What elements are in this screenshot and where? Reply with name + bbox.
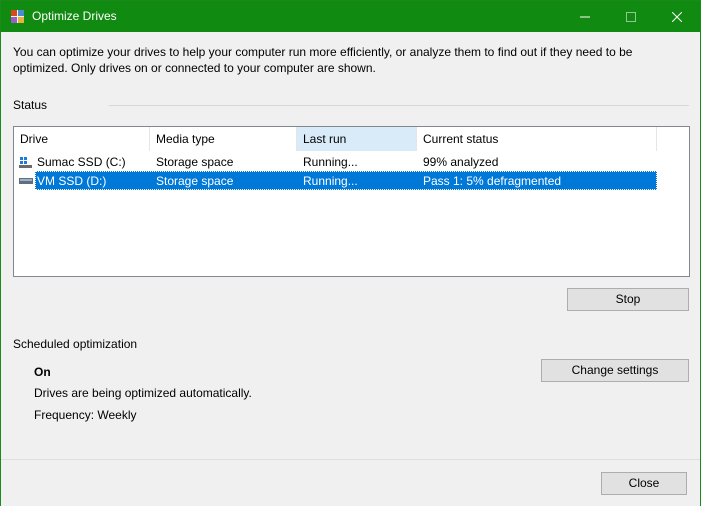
schedule-state: On	[34, 365, 51, 379]
column-header-media-type[interactable]: Media type	[150, 127, 297, 151]
window-title: Optimize Drives	[32, 9, 117, 23]
drive-last-run: Running...	[303, 174, 358, 188]
drive-icon	[19, 178, 33, 184]
intro-text: You can optimize your drives to help you…	[13, 45, 633, 75]
dialog-footer: Close	[1, 459, 700, 506]
dialog-body: You can optimize your drives to help you…	[1, 32, 700, 459]
drive-current-status: 99% analyzed	[423, 155, 499, 169]
drive-media-type: Storage space	[156, 155, 234, 169]
close-window-button[interactable]	[654, 1, 700, 32]
close-icon	[672, 11, 682, 22]
minimize-icon	[580, 16, 590, 17]
minimize-button[interactable]	[562, 1, 608, 32]
status-divider	[109, 105, 689, 106]
column-header-last-run[interactable]: Last run	[297, 127, 417, 151]
drive-name: Sumac SSD (C:)	[37, 155, 126, 169]
scheduled-section-label: Scheduled optimization	[13, 337, 138, 351]
status-section-label: Status	[13, 98, 48, 112]
close-button[interactable]: Close	[601, 472, 687, 495]
maximize-button[interactable]	[608, 1, 654, 32]
drive-last-run: Running...	[303, 155, 358, 169]
drives-list[interactable]: Drive Media type Last run Current status…	[13, 126, 690, 277]
maximize-icon	[626, 11, 636, 22]
defrag-app-icon	[11, 10, 24, 23]
change-settings-button[interactable]: Change settings	[541, 359, 689, 382]
windows-drive-icon	[19, 157, 32, 168]
drive-row-d[interactable]: VM SSD (D:) Storage space Running... Pas…	[14, 171, 689, 191]
column-header-current-status[interactable]: Current status	[417, 127, 657, 151]
drive-current-status: Pass 1: 5% defragmented	[423, 174, 562, 188]
stop-button[interactable]: Stop	[567, 288, 689, 311]
drive-media-type: Storage space	[156, 174, 234, 188]
drive-row-c[interactable]: Sumac SSD (C:) Storage space Running... …	[14, 152, 689, 172]
schedule-frequency: Frequency: Weekly	[34, 408, 137, 422]
column-header-drive[interactable]: Drive	[14, 127, 150, 151]
title-bar[interactable]: Optimize Drives	[1, 1, 700, 32]
schedule-description: Drives are being optimized automatically…	[34, 386, 252, 400]
drive-name: VM SSD (D:)	[37, 174, 107, 188]
optimize-drives-window: Optimize Drives You can optimize your dr…	[0, 0, 701, 506]
